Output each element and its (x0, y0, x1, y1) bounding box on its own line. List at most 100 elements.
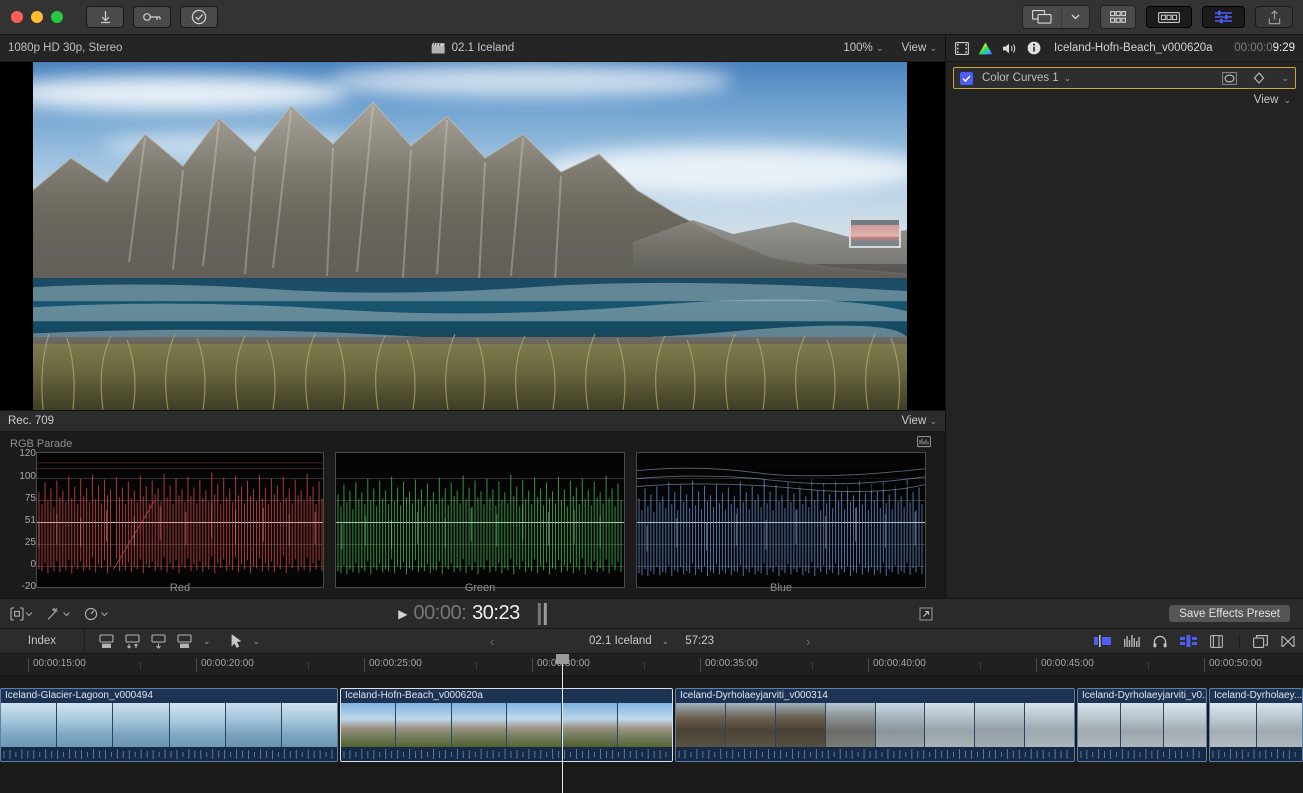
table-row[interactable]: Iceland-Dyrholaeyjarviti_v000314 (675, 688, 1075, 762)
display-options-button[interactable] (1023, 6, 1061, 28)
grid-icon[interactable] (1101, 6, 1135, 28)
connect-clip-button[interactable] (99, 634, 114, 649)
preset-bar: Save Effects Preset (945, 598, 1303, 628)
import-media-button[interactable] (86, 6, 124, 28)
scopes-view-menu[interactable]: View ⌄ (902, 415, 937, 427)
table-row[interactable]: Iceland-Dyrholaey... (1209, 688, 1303, 762)
ruler-label: 00:00:50:00 (1209, 658, 1262, 669)
info-circle-icon[interactable] (1027, 41, 1041, 55)
select-tool-chevron-icon[interactable]: ⌄ (253, 636, 261, 647)
inspector-button[interactable] (1202, 6, 1245, 28)
viewer-header: 1080p HD 30p, Stereo 02.1 Iceland 100% ⌄… (0, 35, 945, 62)
playhead-handle[interactable] (556, 654, 569, 664)
effect-title-chevron-icon[interactable]: ⌄ (1064, 73, 1072, 84)
append-clip-button[interactable] (151, 634, 166, 649)
clip-filmstrip (341, 703, 672, 747)
keywords-button[interactable] (133, 6, 171, 28)
display-options-group[interactable] (1022, 5, 1090, 29)
shape-mask-icon[interactable] (1222, 72, 1237, 85)
clip-height-button[interactable] (1180, 635, 1197, 647)
timeline-project-name[interactable]: 02.1 Iceland (589, 635, 652, 647)
magic-wand-icon[interactable] (46, 607, 70, 621)
save-effects-preset-button[interactable]: Save Effects Preset (1168, 604, 1291, 623)
ruler-label: 00:00:25:00 (369, 658, 422, 669)
green-waveform (336, 453, 624, 587)
scope-settings-icon[interactable] (917, 436, 931, 449)
scope-blue-label: Blue (636, 582, 926, 594)
film-strip-icon[interactable] (955, 42, 969, 55)
timeline-button[interactable] (1146, 6, 1192, 28)
clip-name: Iceland-Hofn-Beach_v000620a (341, 689, 672, 703)
scope-red-label: Red (36, 582, 324, 594)
rating-button[interactable] (180, 6, 218, 28)
speedometer-icon[interactable] (84, 607, 108, 621)
maximize-window-button[interactable] (51, 11, 63, 23)
playhead[interactable] (562, 654, 563, 793)
ruler-label: 00:00:40:00 (873, 658, 926, 669)
clip-audio-waveform (341, 747, 672, 761)
clapperboard-icon (431, 42, 445, 54)
effect-header-color-curves[interactable]: Color Curves 1 ⌄ ⌄ (953, 67, 1296, 89)
viewer-canvas[interactable] (0, 62, 945, 410)
ruler-label: 00:00:35:00 (705, 658, 758, 669)
table-row[interactable]: Iceland-Glacier-Lagoon_v000494 (0, 688, 338, 762)
timeline-index-button[interactable]: Index (0, 635, 84, 647)
insert-clip-button[interactable] (125, 634, 140, 649)
inspector-clip-name: Iceland-Hofn-Beach_v000620a (1054, 42, 1213, 54)
select-tool-button[interactable] (231, 634, 242, 649)
clip-name: Iceland-Glacier-Lagoon_v000494 (1, 689, 337, 703)
table-row[interactable]: Iceland-Hofn-Beach_v000620a (340, 688, 673, 762)
scope-green-panel[interactable] (335, 452, 625, 588)
edit-tools-chevron-icon[interactable]: ⌄ (203, 636, 211, 647)
timeline-next-button[interactable]: › (806, 634, 810, 649)
ruler-label: 00:00:20:00 (201, 658, 254, 669)
scope-red-panel[interactable] (36, 452, 324, 588)
clip-audio-waveform (1, 747, 337, 761)
inspector-view-menu[interactable]: View ⌄ (946, 89, 1303, 111)
browser-button[interactable] (1100, 5, 1136, 29)
color-sample-swatch[interactable] (849, 218, 901, 248)
speaker-icon[interactable] (1002, 42, 1018, 55)
share-button[interactable] (1255, 6, 1293, 28)
close-window-button[interactable] (11, 11, 23, 23)
audio-meter-button[interactable] (1124, 635, 1140, 647)
viewer-view-menu[interactable]: View ⌄ (902, 42, 937, 54)
effect-menu-chevron-icon[interactable]: ⌄ (1281, 73, 1289, 84)
timeline-toolbar: Index ⌄ ⌄ ‹ 02.1 Iceland ⌄ 57:2 (0, 628, 1303, 654)
clip-name: Iceland-Dyrholaeyjarviti_v000314 (676, 689, 1074, 703)
inspector-panel: Iceland-Hofn-Beach_v000620a 00:00:09:29 … (945, 35, 1303, 628)
timeline-ruler[interactable]: 00:00:15:00 00:00:20:00 00:00:25:00 00:0… (0, 654, 1303, 676)
window-controls[interactable] (0, 11, 63, 23)
scope-blue-panel[interactable] (636, 452, 926, 588)
clip-audio-waveform (1078, 747, 1206, 761)
table-row[interactable]: Iceland-Dyrholaeyjarviti_v0... (1077, 688, 1207, 762)
clip-appearance-button[interactable] (1094, 635, 1111, 647)
timecode-drag-handle[interactable] (538, 603, 547, 625)
viewer-zoom-level[interactable]: 100% ⌄ (843, 42, 883, 54)
minimize-window-button[interactable] (31, 11, 43, 23)
viewer-video-frame (33, 62, 907, 410)
separate-window-icon[interactable] (1239, 635, 1268, 648)
expand-icon[interactable] (919, 607, 933, 621)
overwrite-clip-button[interactable] (177, 634, 192, 649)
timeline-tracks[interactable]: Iceland-Glacier-Lagoon_v000494 Iceland-H… (0, 676, 1303, 793)
video-scopes-panel[interactable]: RGB Parade 120 100 75 51 25 0 -20 (0, 432, 945, 598)
playhead-timecode[interactable]: ▶ 00:00: 30:23 (398, 602, 546, 625)
clip-filmstrip (1, 703, 337, 747)
timeline-prev-button[interactable]: ‹ (490, 634, 494, 649)
keyframe-diamond-icon[interactable] (1253, 72, 1265, 84)
title-bar (0, 0, 1303, 35)
snapping-icon[interactable] (1210, 635, 1223, 648)
color-triangle-icon[interactable] (978, 42, 993, 55)
effect-enable-checkbox[interactable] (960, 72, 973, 85)
blue-waveform (637, 453, 925, 587)
scope-axis-labels: 120 100 75 51 25 0 -20 (6, 452, 36, 588)
close-timeline-icon[interactable] (1281, 635, 1295, 648)
inspector-tab-bar: Iceland-Hofn-Beach_v000620a 00:00:09:29 (946, 35, 1303, 62)
red-waveform (37, 453, 323, 587)
headphone-icon[interactable] (1153, 635, 1167, 648)
frame-icon[interactable] (10, 607, 32, 621)
transport-bar: ▶ 00:00: 30:23 (0, 598, 945, 628)
effect-title: Color Curves 1 (982, 72, 1059, 84)
display-options-chevron-icon[interactable] (1061, 6, 1089, 28)
